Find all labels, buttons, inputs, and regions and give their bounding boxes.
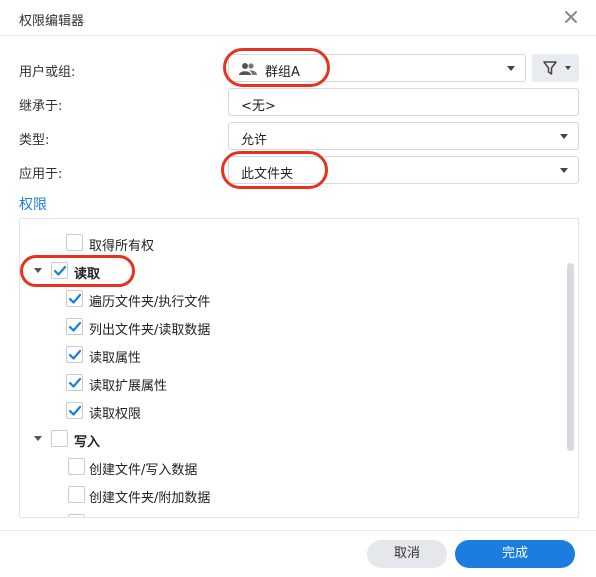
permission-label: 读取属性 — [89, 351, 142, 366]
permissions-title: 权限 — [19, 197, 47, 213]
inherit-from-label: 继承于: — [19, 99, 63, 114]
chevron-down-icon — [560, 168, 568, 173]
apply-to-label: 应用于: — [19, 167, 63, 182]
permission-group-label: 写入 — [74, 435, 101, 450]
filter-button[interactable] — [532, 54, 579, 82]
checkbox[interactable] — [68, 458, 85, 475]
chevron-down-icon — [565, 66, 571, 70]
checkbox[interactable] — [66, 234, 83, 251]
user-or-group-label: 用户或组: — [19, 65, 76, 80]
checkbox[interactable] — [66, 374, 83, 391]
type-label: 类型: — [19, 133, 50, 148]
close-icon[interactable] — [563, 9, 579, 25]
permissions-scrollbar[interactable] — [567, 263, 574, 451]
permission-label: 取得所有权 — [89, 239, 155, 254]
cancel-button[interactable]: 取消 — [367, 540, 447, 568]
highlight-oval — [20, 255, 135, 287]
inherit-from-field: <无> — [228, 88, 579, 116]
checkbox[interactable] — [68, 486, 85, 503]
type-select[interactable]: 允许 — [228, 122, 579, 150]
filter-icon — [543, 61, 557, 79]
permission-label: 读取扩展属性 — [89, 379, 168, 394]
checkbox[interactable] — [68, 514, 85, 517]
permission-label: 读取权限 — [89, 407, 142, 422]
checkbox[interactable] — [66, 318, 83, 335]
highlight-oval — [223, 48, 330, 87]
permission-label: 遍历文件夹/执行文件 — [89, 295, 211, 310]
permission-label: 创建文件/写入数据 — [89, 463, 198, 478]
chevron-down-icon — [507, 66, 515, 71]
permission-label: 列出文件夹/读取数据 — [89, 323, 211, 338]
chevron-down-icon — [560, 134, 568, 139]
done-button[interactable]: 完成 — [455, 540, 575, 568]
dialog-titlebar: 权限编辑器 — [0, 0, 596, 36]
checkbox[interactable] — [51, 430, 68, 447]
checkbox[interactable] — [66, 290, 83, 307]
permission-label: 创建文件夹/附加数据 — [89, 491, 211, 506]
checkbox[interactable] — [66, 402, 83, 419]
highlight-oval — [221, 151, 328, 189]
expand-arrow-icon[interactable] — [34, 436, 42, 441]
dialog-title: 权限编辑器 — [19, 14, 85, 29]
inherit-from-value: <无> — [241, 99, 276, 114]
checkbox[interactable] — [66, 346, 83, 363]
type-value: 允许 — [241, 133, 268, 148]
